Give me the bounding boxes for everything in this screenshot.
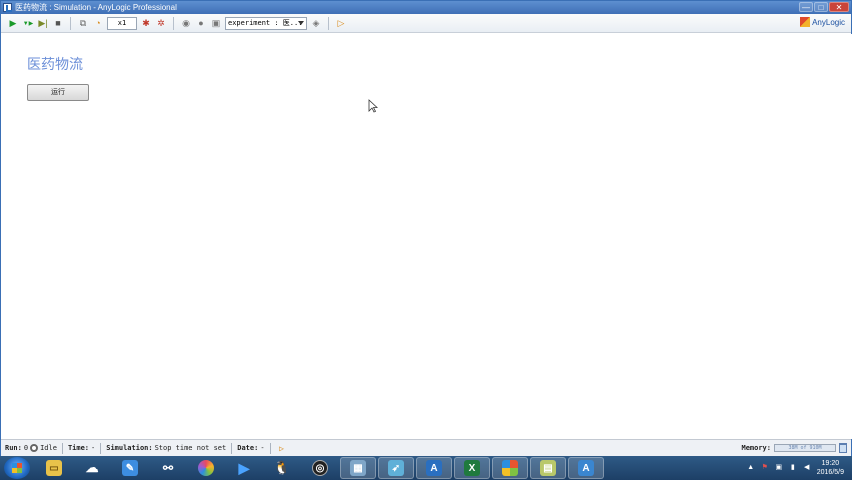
stop-icon[interactable]: ■	[52, 17, 64, 29]
taskbar-feather[interactable]: ✎	[112, 457, 148, 479]
system-tray: ▲ ⚑ ▣ ▮ ◀ 19:20 2016/5/9	[747, 456, 844, 480]
status-date: Date: -	[237, 442, 271, 454]
model-navigate-icon[interactable]: ●	[195, 17, 207, 29]
date-value: -	[260, 444, 265, 452]
time-value: -	[91, 444, 96, 452]
simulation-value: Stop time not set	[154, 444, 227, 452]
excel-icon: X	[464, 460, 480, 476]
app-window: 医药物流 : Simulation - AnyLogic Professiona…	[0, 0, 852, 456]
anylogic-icon: A	[578, 460, 594, 476]
page-title: 医药物流	[27, 57, 83, 73]
window-controls: — □ ✕	[799, 2, 849, 12]
toolbar-separator	[70, 16, 71, 30]
taskbar-tiles[interactable]	[492, 457, 528, 479]
run-count: 0	[23, 444, 29, 452]
share-icon: ⚯	[162, 461, 174, 475]
play-outline-icon[interactable]: ▷	[276, 442, 288, 454]
taskbar-anylogic-2[interactable]: A	[568, 457, 604, 479]
taskbar-network[interactable]: ▦	[340, 457, 376, 479]
status-bar: Run: 0 Idle Time: - Simulation: Stop tim…	[1, 439, 851, 456]
taskbar-player[interactable]: ▶	[226, 457, 262, 479]
windows-logo-icon	[12, 463, 22, 473]
navigate-icon[interactable]: ◉	[180, 17, 192, 29]
speed-down-icon[interactable]: ✱	[140, 17, 152, 29]
taskbar-notes[interactable]: ▤	[530, 457, 566, 479]
anylogic-app-icon	[3, 3, 12, 12]
status-simulation: Simulation: Stop time not set	[106, 442, 233, 454]
bird-icon: ➶	[388, 460, 404, 476]
clock[interactable]: 19:20 2016/5/9	[817, 459, 844, 477]
qq-penguin-icon: 🐧	[273, 460, 291, 475]
window-title: 医药物流 : Simulation - AnyLogic Professiona…	[15, 3, 177, 12]
color-wheel-icon	[198, 460, 214, 476]
signal-icon[interactable]: ▮	[789, 464, 797, 472]
step-icon[interactable]: ▶|	[37, 17, 49, 29]
experiment-select[interactable]: experiment : 医...	[225, 16, 307, 30]
garbage-collect-icon[interactable]	[839, 443, 847, 453]
taskbar-obs[interactable]: ◎	[302, 457, 338, 479]
play-outline-icon[interactable]: ▷	[335, 17, 347, 29]
run-state: Idle	[40, 444, 57, 452]
brand-label: AnyLogic	[812, 17, 845, 27]
toolbar-separator	[173, 16, 174, 30]
close-button[interactable]: ✕	[829, 2, 849, 12]
obs-icon: ◎	[312, 460, 328, 476]
taskbar-excel[interactable]: X	[454, 457, 490, 479]
network-icon: ▦	[350, 460, 366, 476]
taskbar-bird[interactable]: ➶	[378, 457, 414, 479]
windows-taskbar: ▭ ☁ ✎ ⚯ ▶ 🐧 ◎ ▦ ➶ A X ▤ A ▲ ⚑ ▣ ▮ ◀ 19:2…	[0, 456, 852, 480]
taskbar-cloud[interactable]: ☁	[74, 457, 110, 479]
start-button[interactable]	[4, 457, 30, 479]
speed-field[interactable]: x1	[107, 16, 137, 30]
title-bar: 医药物流 : Simulation - AnyLogic Professiona…	[1, 1, 851, 14]
experiment-select-value: experiment : 医...	[228, 18, 303, 27]
anylogic-logo-icon	[800, 17, 811, 27]
run-icon[interactable]: ▶	[7, 17, 19, 29]
run-model-button[interactable]: 运行	[27, 84, 89, 101]
notes-icon: ▤	[540, 460, 556, 476]
clock-time: 19:20	[821, 460, 840, 467]
volume-icon[interactable]: ◀	[803, 464, 811, 472]
model-canvas[interactable]: 医药物流 运行	[2, 34, 852, 439]
clock-date: 2016/5/9	[816, 469, 844, 476]
memory-label: Memory:	[741, 444, 771, 452]
status-run: Run: 0 Idle	[5, 442, 63, 454]
minimize-button[interactable]: —	[799, 2, 813, 12]
status-time: Time: -	[68, 442, 102, 454]
maximize-button[interactable]: □	[814, 2, 828, 12]
toolbar-separator	[328, 16, 329, 30]
flag-icon[interactable]: ⚑	[761, 464, 769, 472]
folder-icon: ▭	[46, 460, 62, 476]
cloud-icon: ☁	[85, 460, 99, 475]
anylogic-icon: A	[426, 460, 442, 476]
developer-panel-icon[interactable]: ◈	[310, 17, 322, 29]
chevron-down-icon	[298, 20, 304, 25]
tiles-icon	[502, 460, 518, 476]
memory-indicator: Memory: 38M of 910M	[741, 443, 847, 453]
mouse-cursor-icon	[368, 99, 378, 113]
taskbar-explorer[interactable]: ▭	[36, 457, 72, 479]
anylogic-logo: AnyLogic	[800, 17, 845, 27]
view-area-icon[interactable]: ▣	[210, 17, 222, 29]
feather-icon: ✎	[122, 460, 138, 476]
speed-up-icon[interactable]: ✲	[155, 17, 167, 29]
realtime-icon[interactable]: ⧉	[77, 17, 89, 29]
simulation-toolbar: ▶ ▼▶ ▶| ■ ⧉ ◔ x1 ✱ ✲ ◉ ● ▣ experiment : …	[1, 14, 851, 33]
taskbar-qq[interactable]: 🐧	[264, 457, 300, 479]
memory-bar: 38M of 910M	[774, 444, 836, 452]
device-icon[interactable]: ▣	[775, 464, 783, 472]
play-icon: ▶	[238, 459, 250, 476]
taskbar-share[interactable]: ⚯	[150, 457, 186, 479]
taskbar-color-app[interactable]	[188, 457, 224, 479]
speed-clock-icon[interactable]: ◔	[92, 17, 104, 29]
show-hidden-icons-icon[interactable]: ▲	[747, 464, 755, 472]
taskbar-anylogic[interactable]: A	[416, 457, 452, 479]
idle-status-icon	[30, 444, 39, 452]
run-dropdown-icon[interactable]: ▼▶	[22, 17, 34, 29]
